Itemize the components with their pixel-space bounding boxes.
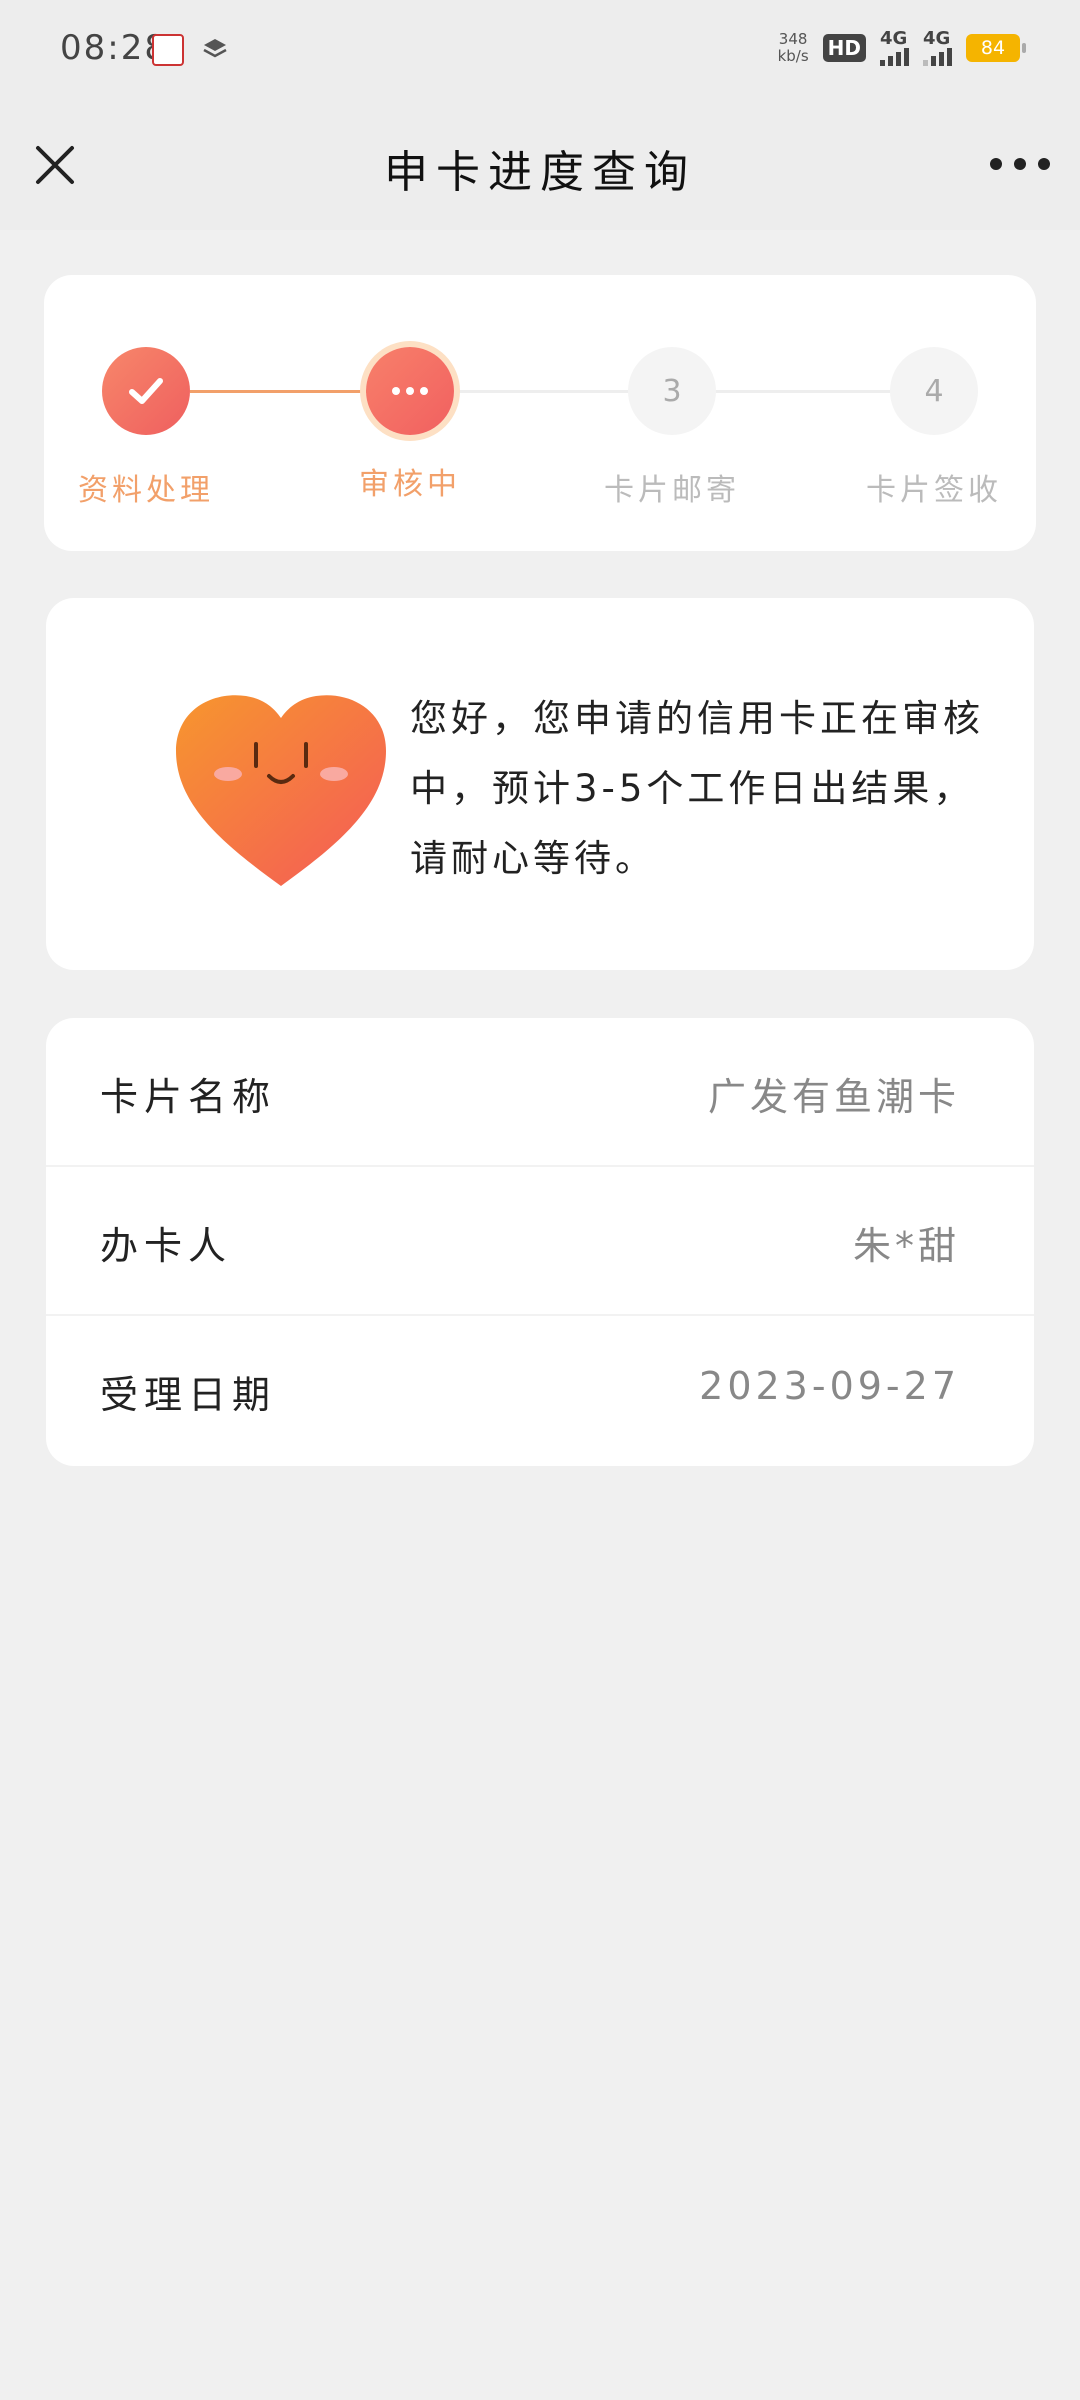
info-label: 办卡人 [100, 1224, 233, 1268]
status-bar: 08:28 348 kb/s HD 4G 4G 84 [0, 0, 1080, 100]
info-row-applicant: 办卡人 朱*甜 [46, 1167, 1034, 1316]
info-row-date: 受理日期 2023-09-27 [46, 1316, 1034, 1465]
page-title: 申卡进度查询 [384, 147, 696, 198]
step-4-label: 卡片签收 [866, 473, 1002, 508]
info-value: 2023-09-27 [699, 1364, 960, 1408]
step-3-circle: 3 [628, 347, 716, 435]
progress-steps-card: 3 4 资料处理 审核中 卡片邮寄 卡片签收 [44, 275, 1036, 551]
info-label: 受理日期 [100, 1373, 277, 1417]
smiling-heart-icon [176, 695, 386, 886]
app-notification-icon [152, 34, 184, 66]
step-3-label: 卡片邮寄 [604, 473, 740, 508]
step-connector-pending [454, 390, 630, 393]
step-1-label: 资料处理 [78, 473, 214, 508]
status-message-text: 您好，您申请的信用卡正在审核中，预计3-5个工作日出结果，请耐心等待。 [410, 697, 984, 880]
more-icon[interactable] [990, 152, 1050, 176]
info-row-card-name: 卡片名称 广发有鱼潮卡 [46, 1018, 1034, 1167]
step-1-circle [102, 347, 190, 435]
ellipsis-icon [392, 387, 428, 395]
info-value: 朱*甜 [852, 1224, 960, 1268]
hd-icon: HD [822, 34, 866, 62]
network-speed: 348 kb/s [777, 30, 809, 65]
battery-icon: 84 [966, 34, 1026, 62]
step-4-circle: 4 [890, 347, 978, 435]
step-2-circle [366, 347, 454, 435]
nav-bar: 申卡进度查询 [0, 100, 1080, 230]
info-value: 广发有鱼潮卡 [707, 1075, 960, 1119]
signal-icon-sim1: 4G [880, 30, 909, 66]
check-icon [129, 378, 163, 404]
layers-icon [203, 39, 227, 58]
status-message-card: 您好，您申请的信用卡正在审核中，预计3-5个工作日出结果，请耐心等待。 [46, 598, 1034, 970]
step-connector-pending [714, 390, 890, 393]
step-2-label: 审核中 [359, 467, 461, 502]
info-label: 卡片名称 [100, 1075, 277, 1119]
signal-icon-sim2: 4G [923, 30, 952, 66]
step-connector-done [190, 390, 370, 393]
card-info-list: 卡片名称 广发有鱼潮卡 办卡人 朱*甜 受理日期 2023-09-27 [46, 1018, 1034, 1466]
